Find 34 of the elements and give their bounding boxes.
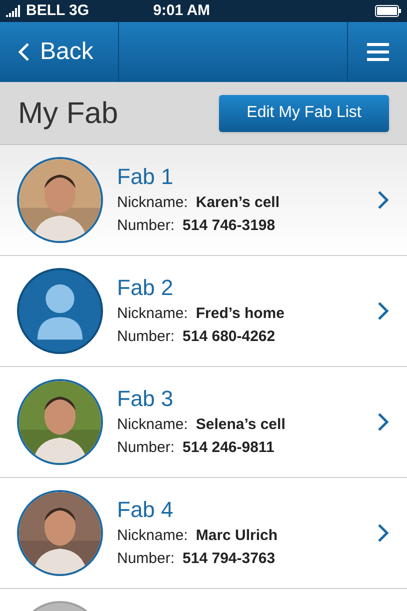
contact-title: Fab 4 [117, 496, 174, 524]
person-icon [17, 268, 103, 354]
chevron-right-icon [377, 190, 389, 210]
number-label: Number: [117, 327, 175, 347]
nickname-value: Fred’s home [196, 304, 284, 324]
nickname-value: Karen’s cell [196, 193, 280, 213]
nickname-label: Nickname: [117, 304, 188, 324]
carrier-text: BELL 3G [26, 0, 90, 21]
signal-icon [6, 5, 22, 17]
contact-title: Fab 3 [117, 385, 174, 413]
number-value: 514 680-4262 [182, 327, 276, 347]
contact-row[interactable]: Fab 1 Nickname: Karen’s cell Number: 514 746-3198 [0, 145, 407, 256]
number-value: 514 794-3763 [182, 549, 276, 569]
number-value: 514 746-3198 [182, 216, 276, 236]
chevron-right-icon [377, 412, 389, 432]
number-value: 514 246-9811 [182, 438, 274, 458]
contact-title: Fab 1 [117, 163, 174, 191]
contact-title: Fab 2 [117, 274, 174, 302]
nickname-label: Nickname: [117, 193, 188, 213]
nickname-label: Nickname: [117, 415, 188, 435]
menu-icon [366, 43, 388, 61]
page-title: My Fab [18, 96, 118, 132]
number-label: Number: [117, 438, 175, 458]
number-label: Number: [117, 216, 175, 236]
edit-list-button[interactable]: Edit My Fab List [219, 94, 389, 132]
chevron-right-icon [377, 301, 389, 321]
battery-icon [375, 5, 401, 17]
chevron-right-icon [377, 523, 389, 543]
nickname-value: Marc Ulrich [196, 526, 278, 546]
number-label: Number: [117, 549, 175, 569]
time-text: 9:01 AM [153, 0, 210, 21]
nickname-value: Selena’s cell [196, 415, 286, 435]
nickname-label: Nickname: [117, 526, 188, 546]
chevron-left-icon [18, 42, 30, 62]
